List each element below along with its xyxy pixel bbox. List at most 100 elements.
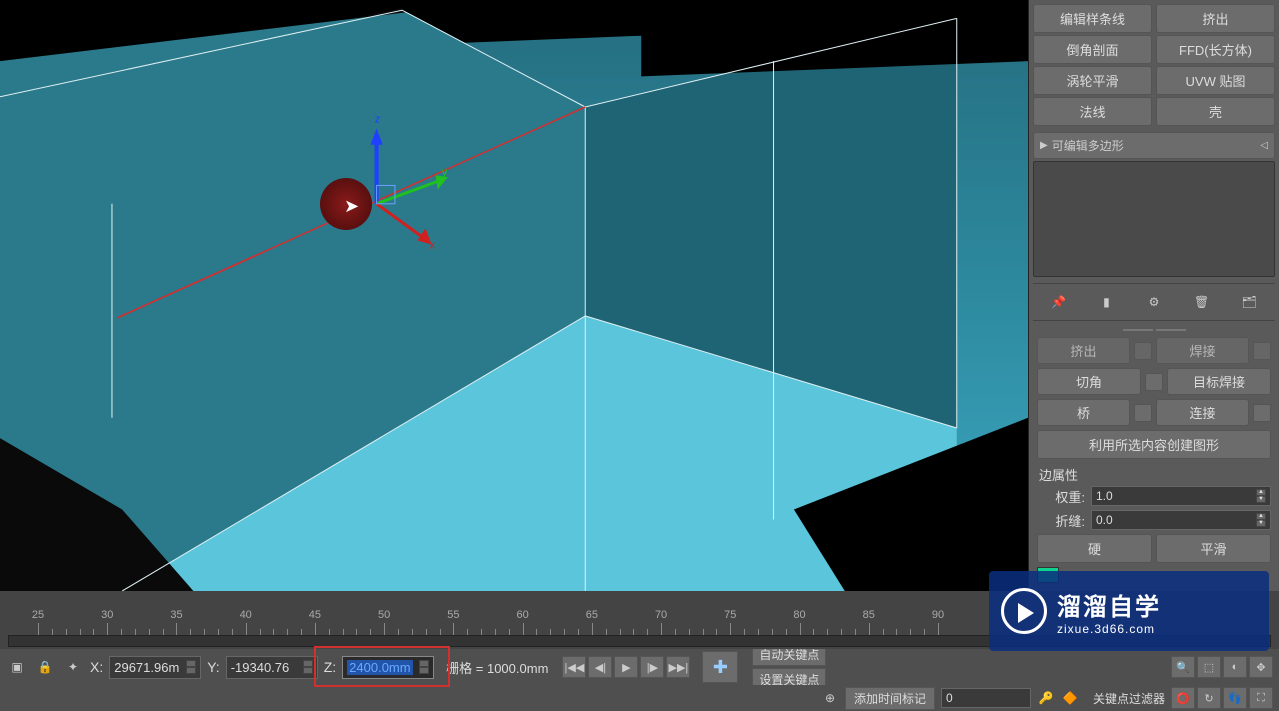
- chamfer-button[interactable]: 切角: [1037, 368, 1141, 395]
- modifier-stack-item[interactable]: ▶ 可编辑多边形 ◁: [1033, 132, 1275, 159]
- connect-button[interactable]: 连接: [1156, 399, 1249, 426]
- mouse-cursor-icon: ➤: [344, 196, 359, 217]
- prev-frame-button[interactable]: ◀|: [588, 656, 612, 678]
- remove-modifier-icon[interactable]: 🗑: [1190, 290, 1214, 314]
- configure-sets-icon[interactable]: 🗂: [1237, 290, 1261, 314]
- timeline-tick-label: 85: [863, 609, 875, 621]
- modifier-normal[interactable]: 法线: [1033, 97, 1152, 126]
- weld-button[interactable]: 焊接: [1156, 337, 1249, 364]
- transform-center-icon[interactable]: ✦: [62, 656, 84, 678]
- modifier-stack-list[interactable]: [1033, 161, 1275, 277]
- x-value: 29671.96m: [114, 660, 179, 675]
- stack-current-label: 可编辑多边形: [1052, 137, 1124, 154]
- key-controls: 自动关键点 设置关键点: [752, 643, 826, 691]
- modifier-ffd-box[interactable]: FFD(长方体): [1156, 35, 1275, 64]
- nav-pan-icon[interactable]: ✥: [1249, 656, 1273, 678]
- z-label: Z:: [324, 659, 336, 675]
- crease-label: 折缝:: [1037, 511, 1085, 530]
- connect-settings-button[interactable]: [1253, 404, 1271, 422]
- selection-lock-icon[interactable]: ▣: [6, 656, 28, 678]
- crease-value: 0.0: [1096, 513, 1113, 527]
- weld-settings-button[interactable]: [1253, 342, 1271, 360]
- show-end-result-icon[interactable]: ▮: [1094, 290, 1118, 314]
- modifier-bevel-profile[interactable]: 倒角剖面: [1033, 35, 1152, 64]
- nav-max-toggle-icon[interactable]: ⛶: [1249, 687, 1273, 709]
- lock-icon[interactable]: 🔒: [34, 656, 56, 678]
- weight-value: 1.0: [1096, 489, 1113, 503]
- prompt-bar: ⊕ 添加时间标记 0 🔑 🔶 关键点过滤器 ⭕ ↻ 👣 ⛶: [0, 685, 1279, 711]
- timeline-tick-label: 65: [586, 609, 598, 621]
- next-frame-button[interactable]: |▶: [640, 656, 664, 678]
- gizmo-x-label: x: [430, 240, 436, 252]
- chamfer-settings-button[interactable]: [1145, 373, 1163, 391]
- gizmo-y-label: y: [442, 166, 448, 178]
- modifier-uvw-map[interactable]: UVW 贴图: [1156, 66, 1275, 95]
- timeline-tick-label: 75: [724, 609, 736, 621]
- modifier-extrude[interactable]: 挤出: [1156, 4, 1275, 33]
- viewport-nav-icons: 🔍 ⬚ ◐ ✥: [1171, 656, 1273, 678]
- key-indicator-icon[interactable]: 🔶: [1061, 689, 1079, 707]
- modifier-turbosmooth[interactable]: 涡轮平滑: [1033, 66, 1152, 95]
- goto-end-button[interactable]: ▶▶|: [666, 656, 690, 678]
- extrude-button[interactable]: 挤出: [1037, 337, 1130, 364]
- modifier-edit-spline[interactable]: 编辑样条线: [1033, 4, 1152, 33]
- stack-toolbar: 📌 ▮ ⚙ 🗑 🗂: [1033, 283, 1275, 321]
- current-frame-input[interactable]: 0: [941, 688, 1031, 708]
- weight-spinner[interactable]: 1.0 ▲▼: [1091, 486, 1271, 506]
- watermark-play-icon: [1001, 588, 1047, 634]
- y-label: Y:: [207, 659, 219, 675]
- grid-label: 栅格 = 1000.0mm: [446, 658, 548, 677]
- make-unique-icon[interactable]: ⚙: [1142, 290, 1166, 314]
- nav-zoom-all-icon[interactable]: ⬚: [1197, 656, 1221, 678]
- tag-add-icon[interactable]: ⊕: [821, 689, 839, 707]
- timeline-tick-label: 25: [32, 609, 44, 621]
- y-value: -19340.76: [231, 660, 290, 675]
- timeline-tick-label: 70: [655, 609, 667, 621]
- timeline-tick-label: 55: [447, 609, 459, 621]
- timeline-tick-label: 35: [170, 609, 182, 621]
- watermark-title: 溜溜自学: [1057, 587, 1161, 622]
- timeline-tick-label: 60: [516, 609, 528, 621]
- watermark-url: zixue.3d66.com: [1057, 622, 1161, 636]
- weight-label: 权重:: [1037, 487, 1085, 506]
- edge-properties-label: 边属性: [1039, 465, 1271, 484]
- bridge-button[interactable]: 桥: [1037, 399, 1130, 426]
- goto-start-button[interactable]: |◀◀: [562, 656, 586, 678]
- y-coord-input[interactable]: -19340.76: [226, 656, 318, 679]
- rollout-drag-handle[interactable]: [1037, 327, 1271, 333]
- time-config-button[interactable]: ✚: [702, 651, 738, 683]
- status-bar: ▣ 🔒 ✦ X: 29671.96m Y: -19340.76 Z: 2400.…: [0, 649, 1279, 685]
- crease-spinner[interactable]: 0.0 ▲▼: [1091, 510, 1271, 530]
- nav-zoom-icon[interactable]: 🔍: [1171, 656, 1195, 678]
- collapse-arrow-icon: ◁: [1260, 140, 1268, 151]
- play-button[interactable]: ▶: [614, 656, 638, 678]
- bridge-settings-button[interactable]: [1134, 404, 1152, 422]
- target-weld-button[interactable]: 目标焊接: [1167, 368, 1271, 395]
- hard-button[interactable]: 硬: [1037, 534, 1152, 563]
- nav-roll-icon[interactable]: ↻: [1197, 687, 1221, 709]
- extrude-settings-button[interactable]: [1134, 342, 1152, 360]
- gizmo-z-label: z: [375, 113, 381, 125]
- nav-fov-icon[interactable]: ◐: [1223, 656, 1247, 678]
- cursor-highlight: ➤: [320, 178, 372, 230]
- modifier-shell[interactable]: 壳: [1156, 97, 1275, 126]
- frame-value: 0: [946, 691, 953, 705]
- z-coord-input[interactable]: 2400.0mm: [342, 656, 434, 679]
- smooth-button[interactable]: 平滑: [1156, 534, 1271, 563]
- timeline-tick-label: 50: [378, 609, 390, 621]
- key-filter-label: 关键点过滤器: [1093, 690, 1165, 707]
- add-time-tag-button[interactable]: 添加时间标记: [845, 687, 935, 710]
- timeline-tick-label: 40: [240, 609, 252, 621]
- x-coord-input[interactable]: 29671.96m: [109, 656, 201, 679]
- z-value: 2400.0mm: [347, 660, 412, 675]
- x-label: X:: [90, 659, 103, 675]
- nav-walk-icon[interactable]: 👣: [1223, 687, 1247, 709]
- viewport[interactable]: z y x ➤: [0, 0, 1029, 591]
- nav-orbit-icon[interactable]: ⭕: [1171, 687, 1195, 709]
- create-shape-button[interactable]: 利用所选内容创建图形: [1037, 430, 1271, 459]
- pin-stack-icon[interactable]: 📌: [1047, 290, 1071, 314]
- timeline-tick-label: 45: [309, 609, 321, 621]
- key-mode-icon[interactable]: 🔑: [1037, 689, 1055, 707]
- edit-edges-rollout: 挤出 焊接 切角 目标焊接 桥 连接 利用所选内容创建图形 边属性: [1033, 323, 1275, 587]
- modifier-buttons: 编辑样条线 挤出 倒角剖面 FFD(长方体) 涡轮平滑 UVW 贴图 法线 壳: [1033, 4, 1275, 126]
